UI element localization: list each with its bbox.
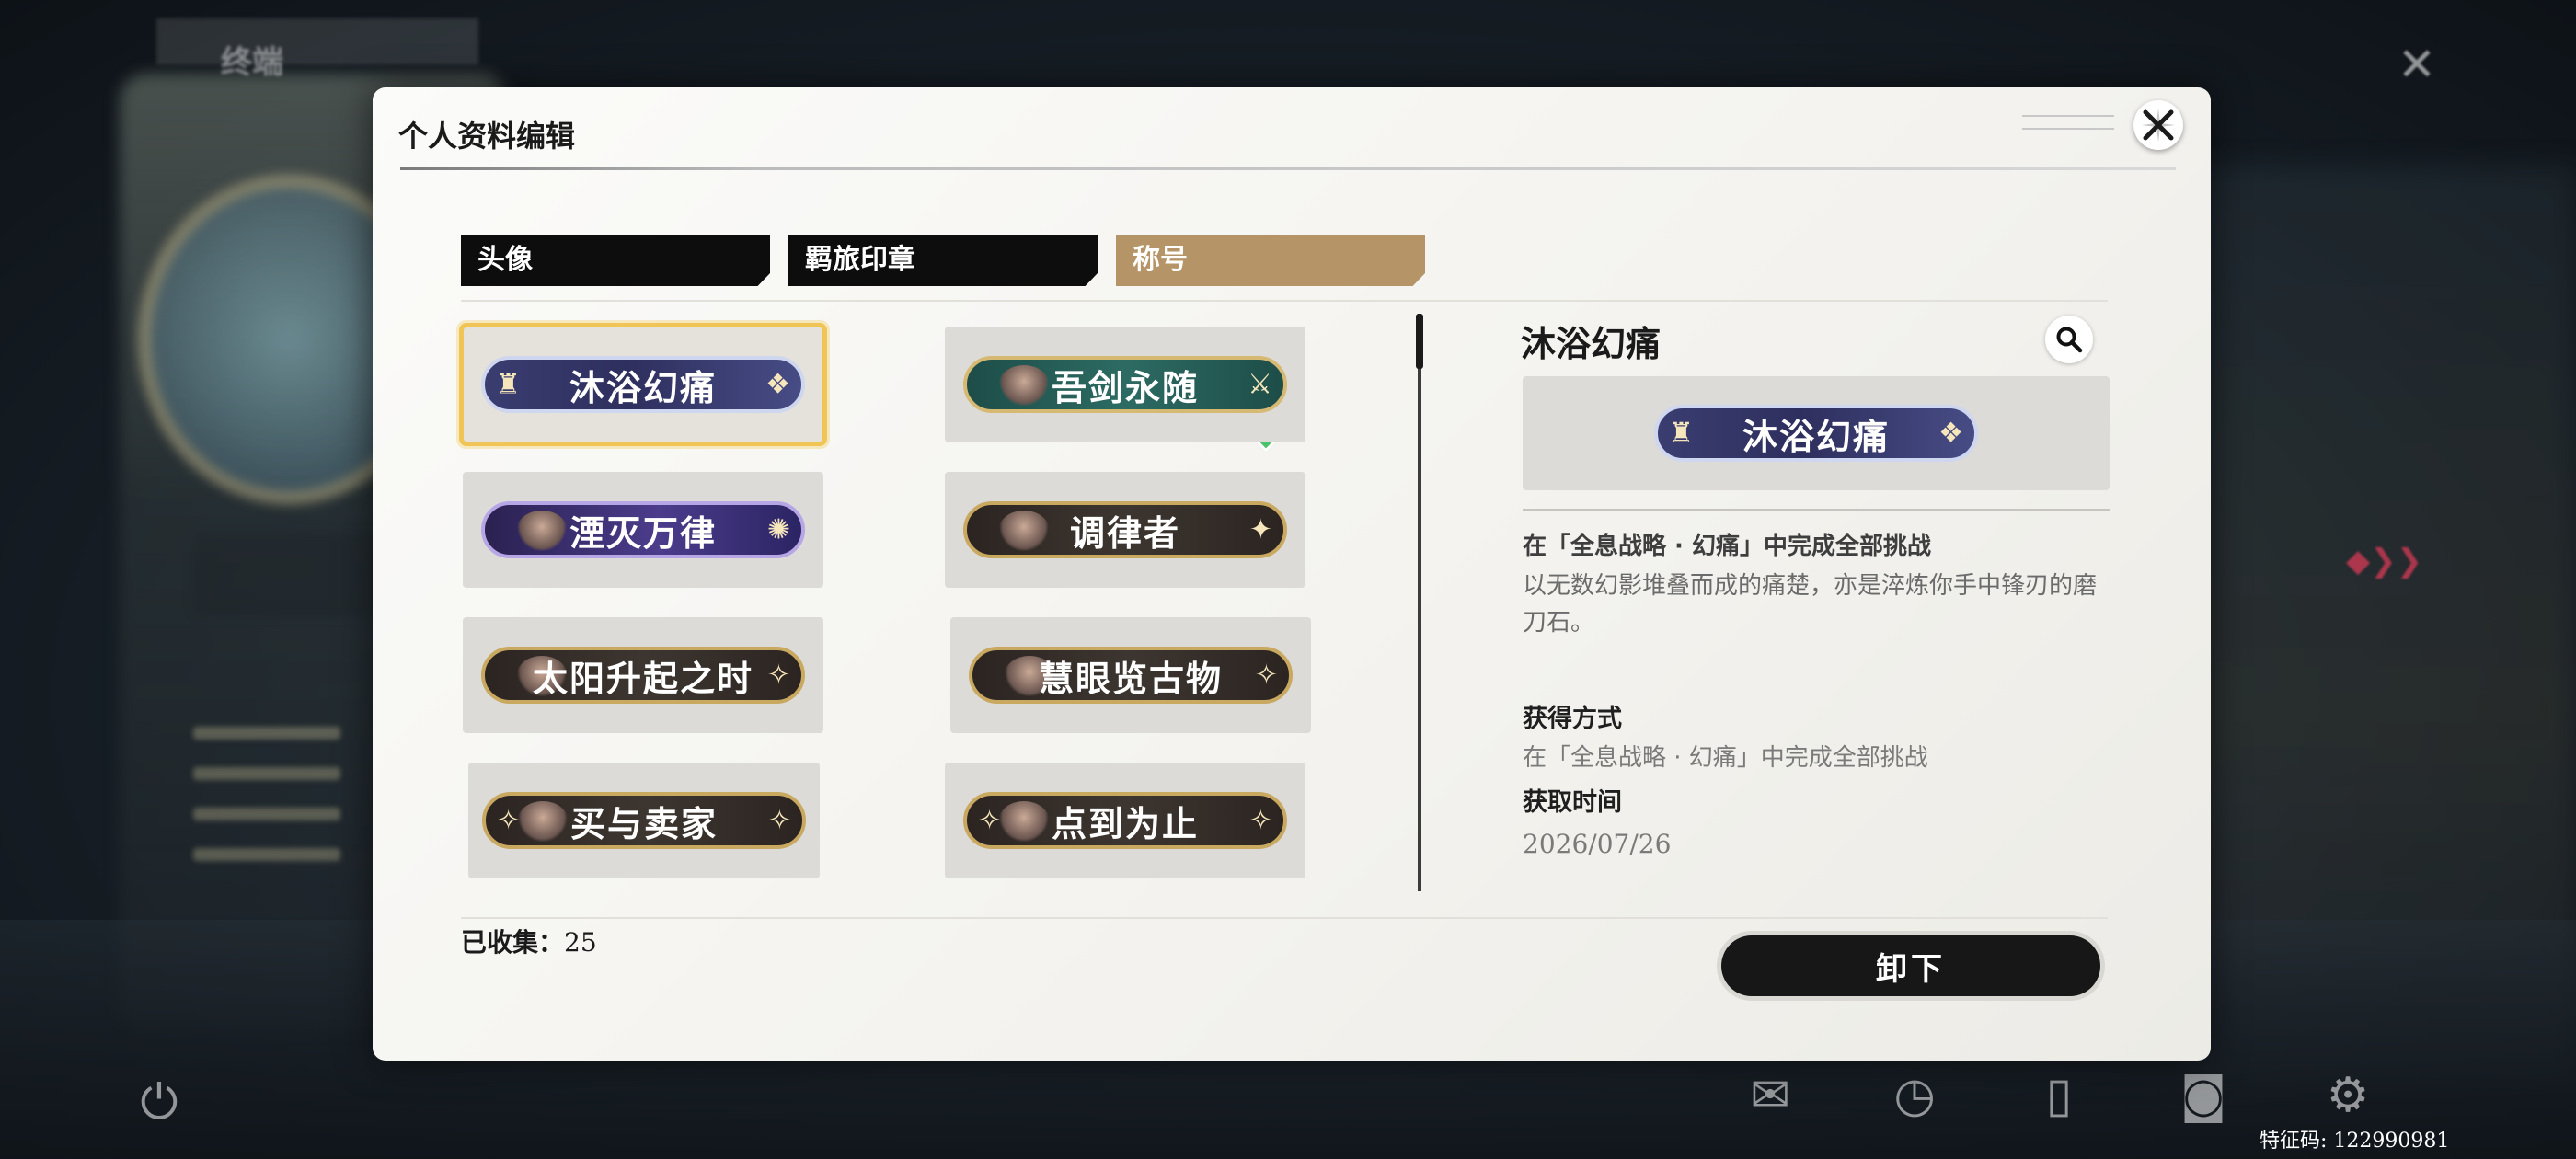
lighthouse-icon: ♜ bbox=[1669, 417, 1694, 450]
header-decoration bbox=[2022, 115, 2114, 130]
clock-icon[interactable]: ◷ bbox=[1886, 1067, 1943, 1124]
background-top-label: 终端 bbox=[221, 44, 283, 81]
title-card[interactable]: 调律者 ✦ bbox=[945, 472, 1305, 588]
background-arrow-icon: ◆❯❯ bbox=[2346, 543, 2423, 580]
profile-edit-modal: 个人资料编辑 头像 羁旅印章 称号 ♜ 沐浴幻痛 ❖ ✓ 吾剑永随 ⚔ 湮灭万律 bbox=[373, 87, 2211, 1061]
preview-title-name: 沐浴幻痛 bbox=[1742, 416, 1890, 457]
title-plaque: 调律者 ✦ bbox=[963, 501, 1287, 558]
character-portrait bbox=[998, 511, 1050, 551]
title-plaque: ♜ 沐浴幻痛 ❖ bbox=[481, 356, 805, 413]
background-close-icon: ✕ bbox=[2398, 38, 2436, 91]
mail-icon[interactable]: ✉ bbox=[1742, 1067, 1799, 1124]
title-plaque: 太阳升起之时 ✧ bbox=[481, 647, 805, 704]
background-top-panel bbox=[156, 18, 478, 64]
scrollbar-thumb[interactable] bbox=[1416, 314, 1423, 369]
title-card[interactable]: ✧ 买与卖家 ✧ bbox=[468, 763, 820, 878]
sword-icon: ⚔ bbox=[1248, 368, 1272, 401]
tab-travel-stamp[interactable]: 羁旅印章 bbox=[788, 235, 1098, 286]
title-name: 太阳升起之时 bbox=[532, 658, 753, 699]
crystal-icon: ❖ bbox=[1938, 417, 1963, 450]
character-portrait bbox=[517, 801, 569, 842]
title-card[interactable]: ♜ 沐浴幻痛 ❖ bbox=[459, 323, 827, 446]
detail-condition: 在「全息战略 · 幻痛」中完成全部挑战 bbox=[1523, 533, 1931, 560]
sparkle-icon: ✧ bbox=[766, 659, 790, 692]
title-plaque: ✧ 买与卖家 ✧ bbox=[482, 792, 806, 849]
tab-avatar[interactable]: 头像 bbox=[461, 235, 770, 286]
title-card[interactable]: 湮灭万律 ✺ bbox=[463, 472, 823, 588]
power-icon[interactable]: ⏻ bbox=[131, 1074, 188, 1131]
title-name: 点到为止 bbox=[1051, 803, 1199, 844]
title-name: 沐浴幻痛 bbox=[569, 367, 717, 408]
tab-title[interactable]: 称号 bbox=[1116, 235, 1425, 286]
obtain-method-value: 在「全息战略 · 幻痛」中完成全部挑战 bbox=[1523, 744, 1928, 772]
detail-title-name: 沐浴幻痛 bbox=[1521, 324, 1662, 364]
search-button[interactable] bbox=[2045, 316, 2093, 363]
title-plaque: 湮灭万律 ✺ bbox=[481, 501, 805, 558]
detail-divider bbox=[1523, 509, 2110, 511]
character-portrait bbox=[516, 511, 568, 551]
star-icon: ✦ bbox=[1248, 513, 1272, 546]
phone-icon[interactable]: ▯ bbox=[2030, 1067, 2087, 1124]
search-icon bbox=[2056, 327, 2083, 353]
lighthouse-icon: ♜ bbox=[496, 368, 521, 401]
obtain-time-value: 2026/07/26 bbox=[1523, 829, 1672, 859]
unequip-button[interactable]: 卸下 bbox=[1721, 935, 2100, 996]
detail-description: 以无数幻影堆叠而成的痛楚，亦是淬炼你手中锋刃的磨刀石。 bbox=[1523, 572, 2098, 637]
header-divider bbox=[400, 167, 2176, 170]
title-name: 慧眼览古物 bbox=[1038, 658, 1223, 699]
obtain-method-label: 获得方式 bbox=[1523, 705, 1622, 733]
title-card[interactable]: 吾剑永随 ⚔ bbox=[945, 327, 1305, 442]
close-icon bbox=[2142, 109, 2175, 142]
title-plaque: 吾剑永随 ⚔ bbox=[963, 356, 1287, 413]
scrollbar-track[interactable] bbox=[1418, 314, 1421, 891]
title-card[interactable]: 慧眼览古物 ✧ bbox=[950, 617, 1311, 733]
background-menu bbox=[193, 699, 340, 938]
sparkle-icon: ✧ bbox=[767, 804, 791, 837]
title-name: 买与卖家 bbox=[569, 803, 718, 844]
nebula-icon: ✺ bbox=[766, 513, 790, 546]
sparkle-icon: ✧ bbox=[497, 804, 521, 837]
obtain-time-label: 获取时间 bbox=[1523, 788, 1622, 817]
title-plaque: 慧眼览古物 ✧ bbox=[969, 647, 1293, 704]
feature-code: 特征码: 122990981 bbox=[2260, 1130, 2450, 1153]
crystal-icon: ❖ bbox=[765, 368, 790, 401]
sparkle-icon: ✧ bbox=[1248, 804, 1272, 837]
title-name: 吾剑永随 bbox=[1051, 367, 1199, 408]
character-portrait bbox=[998, 801, 1050, 842]
preview-plaque: ♜ 沐浴幻痛 ❖ bbox=[1654, 405, 1978, 462]
title-card[interactable]: 太阳升起之时 ✧ bbox=[463, 617, 823, 733]
settings-icon[interactable]: ⚙ bbox=[2319, 1067, 2376, 1124]
title-name: 调律者 bbox=[1069, 512, 1180, 554]
detail-preview: ♜ 沐浴幻痛 ❖ bbox=[1523, 376, 2110, 490]
footer-divider bbox=[461, 917, 2108, 919]
close-button[interactable] bbox=[2133, 100, 2183, 150]
collected-number: 25 bbox=[564, 927, 597, 958]
title-name: 湮灭万律 bbox=[569, 512, 717, 554]
tabs-divider bbox=[461, 300, 2108, 302]
sparkle-icon: ✧ bbox=[978, 804, 1002, 837]
collected-count: 已收集：25 bbox=[461, 923, 597, 959]
character-portrait bbox=[998, 365, 1050, 406]
collected-label: 已收集： bbox=[461, 927, 565, 958]
title-card[interactable]: ✧ 点到为止 ✧ bbox=[945, 763, 1305, 878]
modal-title: 个人资料编辑 bbox=[398, 119, 576, 154]
camera-icon[interactable]: ◙ bbox=[2175, 1067, 2232, 1124]
sparkle-icon: ✧ bbox=[1254, 659, 1278, 692]
title-plaque: ✧ 点到为止 ✧ bbox=[963, 792, 1287, 849]
